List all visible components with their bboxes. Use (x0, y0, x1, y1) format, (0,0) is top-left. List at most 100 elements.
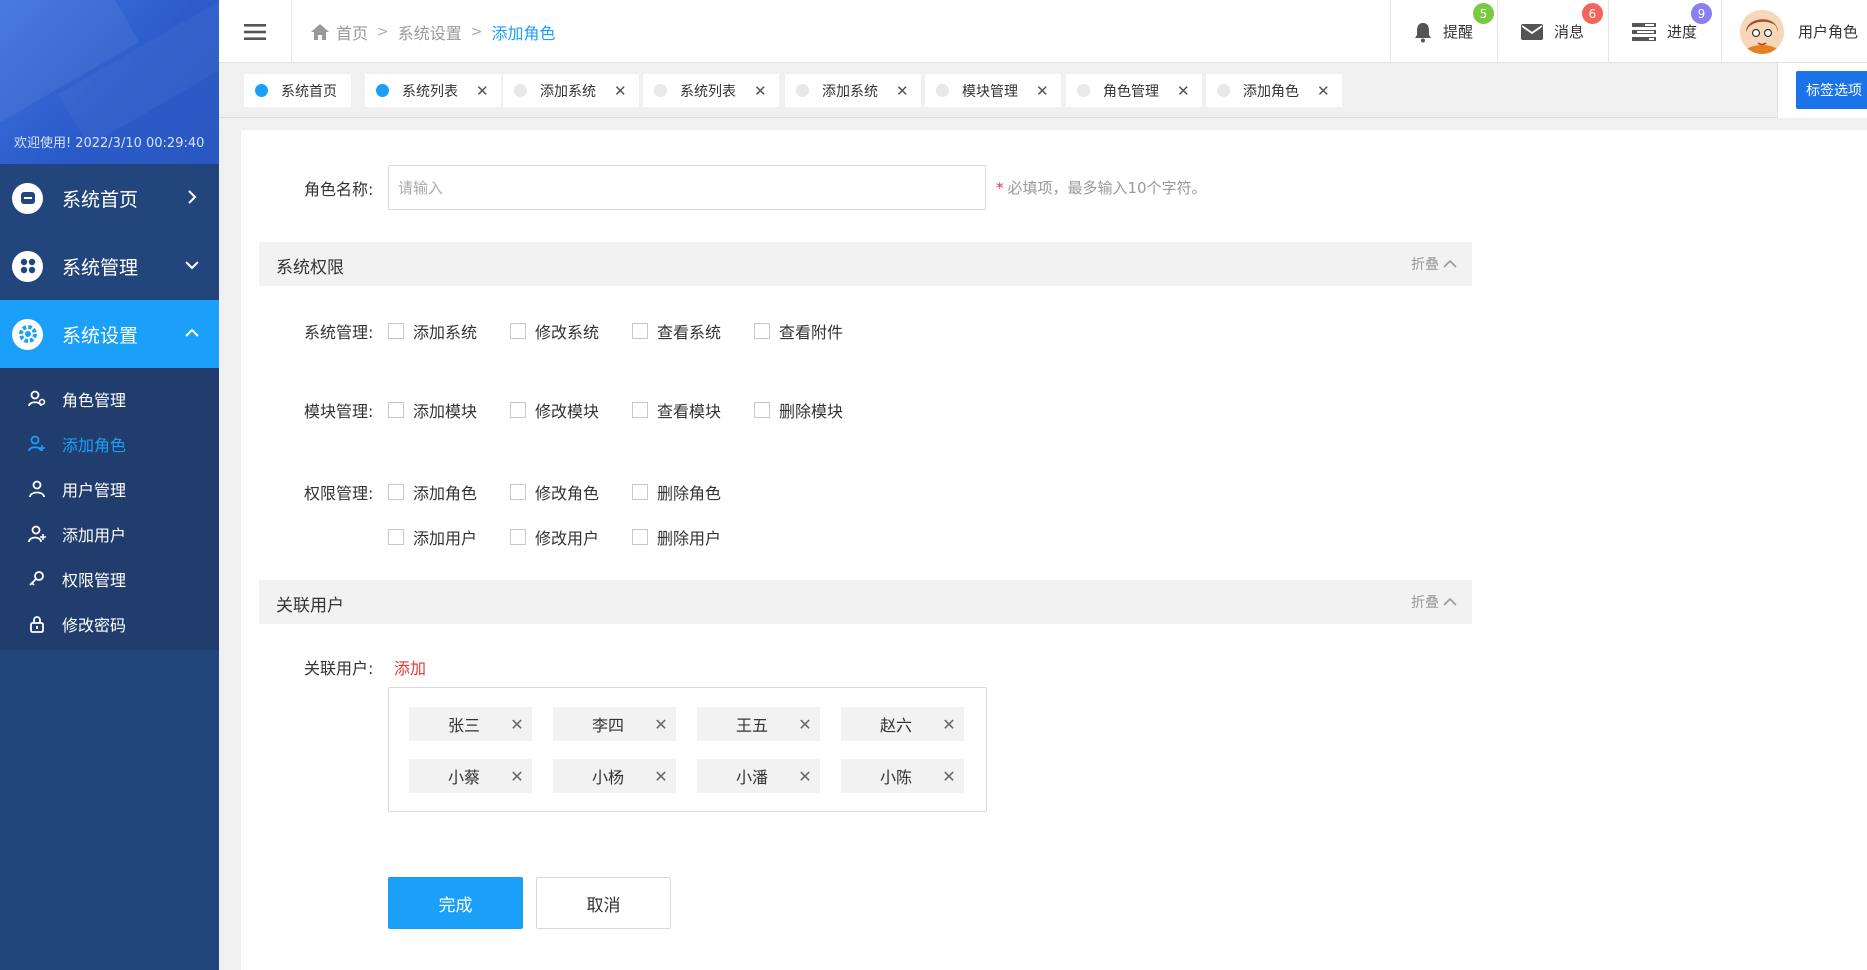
hamburger-icon (244, 23, 266, 40)
checkbox-add-module[interactable]: 添加模块 (388, 398, 477, 422)
sidebar: 欢迎使用! 2022/3/10 00:29:40 系统首页 系统管理 系统设置 角… (0, 0, 219, 970)
breadcrumb-separator: > (377, 24, 389, 40)
messages-button[interactable]: 消息 6 (1496, 0, 1608, 63)
checkbox-delete-role[interactable]: 删除角色 (632, 480, 721, 504)
user-chip: 李四 ✕ (553, 707, 676, 741)
section-title: 关联用户 (276, 596, 344, 616)
checkbox-delete-module[interactable]: 删除模块 (754, 398, 843, 422)
user-chip: 赵六 ✕ (841, 707, 964, 741)
checkbox-edit-system[interactable]: 修改系统 (510, 319, 599, 343)
user-menu[interactable]: 用户角色 (1721, 0, 1867, 63)
permissions-section-header: 系统权限 折叠 (259, 242, 1472, 286)
cancel-button[interactable]: 取消 (536, 877, 671, 929)
tab-status-dot (1077, 84, 1090, 97)
remove-user-icon[interactable]: ✕ (646, 715, 676, 734)
sidebar-item-role-management[interactable]: 角色管理 (0, 376, 219, 421)
breadcrumb-current: 添加角色 (491, 24, 556, 43)
sidebar-banner: 欢迎使用! 2022/3/10 00:29:40 (0, 0, 219, 164)
checkbox-box[interactable] (510, 529, 526, 545)
lock-icon (30, 615, 44, 633)
checkbox-view-system[interactable]: 查看系统 (632, 319, 721, 343)
close-icon[interactable]: ✕ (896, 82, 909, 100)
sidebar-item-permission-management[interactable]: 权限管理 (0, 556, 219, 601)
role-name-input[interactable] (388, 165, 986, 210)
header-actions: 提醒 5 消息 6 进度 9 用户角色 (1389, 0, 1867, 63)
close-icon[interactable]: ✕ (1177, 82, 1190, 100)
checkbox-box[interactable] (388, 484, 404, 500)
remove-user-icon[interactable]: ✕ (934, 767, 964, 786)
checkbox-view-module[interactable]: 查看模块 (632, 398, 721, 422)
user-icon (29, 480, 45, 497)
tab-status-dot (376, 84, 389, 97)
top-header: 首页 > 系统设置 > 添加角色 提醒 5 消息 6 进度 9 用户角色 (219, 0, 1867, 63)
close-icon[interactable]: ✕ (754, 82, 767, 100)
checkbox-view-attachment[interactable]: 查看附件 (754, 319, 843, 343)
add-user-link[interactable]: 添加 (394, 655, 426, 679)
remove-user-icon[interactable]: ✕ (502, 715, 532, 734)
tab-module-management[interactable]: 模块管理 ✕ (925, 74, 1061, 107)
checkbox-edit-role[interactable]: 修改角色 (510, 480, 599, 504)
sidebar-item-change-password[interactable]: 修改密码 (0, 601, 219, 646)
sidebar-item-add-role[interactable]: 添加角色 (0, 421, 219, 466)
checkbox-box[interactable] (632, 323, 648, 339)
users-icon (28, 390, 46, 406)
progress-button[interactable]: 进度 9 (1607, 0, 1721, 63)
close-icon[interactable]: ✕ (1036, 82, 1049, 100)
remove-user-icon[interactable]: ✕ (646, 767, 676, 786)
breadcrumb-system-settings[interactable]: 系统设置 (398, 20, 462, 44)
tab-options-button[interactable]: 标签选项 (1796, 71, 1867, 109)
tab-add-role[interactable]: 添加角色 ✕ (1206, 74, 1342, 107)
close-icon[interactable]: ✕ (1317, 82, 1330, 100)
breadcrumb-home[interactable]: 首页 (336, 20, 368, 44)
nav-item-home[interactable]: 系统首页 (0, 164, 219, 232)
checkbox-delete-user[interactable]: 删除用户 (632, 525, 721, 549)
tab-system-list[interactable]: 系统列表 ✕ (365, 74, 501, 107)
checkbox-box[interactable] (754, 323, 770, 339)
remove-user-icon[interactable]: ✕ (790, 767, 820, 786)
sidebar-item-add-user[interactable]: 添加用户 (0, 511, 219, 556)
nav-item-system-settings[interactable]: 系统设置 (0, 300, 219, 368)
collapse-button[interactable]: 折叠 (1411, 254, 1457, 274)
user-plus-icon (28, 525, 46, 542)
submit-button[interactable]: 完成 (388, 877, 523, 929)
collapse-button[interactable]: 折叠 (1411, 592, 1457, 612)
user-chip: 张三 ✕ (409, 707, 532, 741)
close-icon[interactable]: ✕ (476, 82, 489, 100)
user-chip: 小陈 ✕ (841, 759, 964, 793)
tab-add-system[interactable]: 添加系统 ✕ (503, 74, 639, 107)
checkbox-box[interactable] (388, 402, 404, 418)
tab-add-system-2[interactable]: 添加系统 ✕ (785, 74, 921, 107)
checkbox-box[interactable] (632, 402, 648, 418)
chevron-right-icon (188, 190, 197, 204)
user-role-label: 用户角色 (1798, 23, 1859, 41)
remove-user-icon[interactable]: ✕ (790, 715, 820, 734)
close-icon[interactable]: ✕ (614, 82, 627, 100)
reminder-button[interactable]: 提醒 5 (1389, 0, 1497, 63)
checkbox-box[interactable] (754, 402, 770, 418)
menu-toggle-button[interactable] (219, 0, 292, 63)
tab-system-home[interactable]: 系统首页 (244, 74, 351, 107)
checkbox-add-user[interactable]: 添加用户 (388, 525, 477, 549)
checkbox-add-system[interactable]: 添加系统 (388, 319, 477, 343)
checkbox-box[interactable] (632, 484, 648, 500)
nav-item-system-management[interactable]: 系统管理 (0, 232, 219, 300)
nav-item-label: 系统设置 (62, 324, 139, 347)
checkbox-box[interactable] (510, 484, 526, 500)
tab-role-management[interactable]: 角色管理 ✕ (1066, 74, 1202, 107)
chevron-up-icon (1443, 259, 1457, 268)
linked-users-box: 张三 ✕ 李四 ✕ 王五 ✕ 赵六 ✕ 小蔡 ✕ 小杨 ✕ 小潘 ✕ 小陈 ✕ (388, 687, 987, 812)
tab-system-list-2[interactable]: 系统列表 ✕ (643, 74, 779, 107)
checkbox-box[interactable] (510, 402, 526, 418)
checkbox-add-role[interactable]: 添加角色 (388, 480, 477, 504)
checkbox-edit-user[interactable]: 修改用户 (510, 525, 599, 549)
checkbox-box[interactable] (388, 529, 404, 545)
remove-user-icon[interactable]: ✕ (934, 715, 964, 734)
checkbox-edit-module[interactable]: 修改模块 (510, 398, 599, 422)
checkbox-box[interactable] (510, 323, 526, 339)
checkbox-box[interactable] (388, 323, 404, 339)
remove-user-icon[interactable]: ✕ (502, 767, 532, 786)
checkbox-box[interactable] (632, 529, 648, 545)
sidebar-item-user-management[interactable]: 用户管理 (0, 466, 219, 511)
chevron-up-icon (185, 328, 199, 337)
user-chip: 小潘 ✕ (697, 759, 820, 793)
